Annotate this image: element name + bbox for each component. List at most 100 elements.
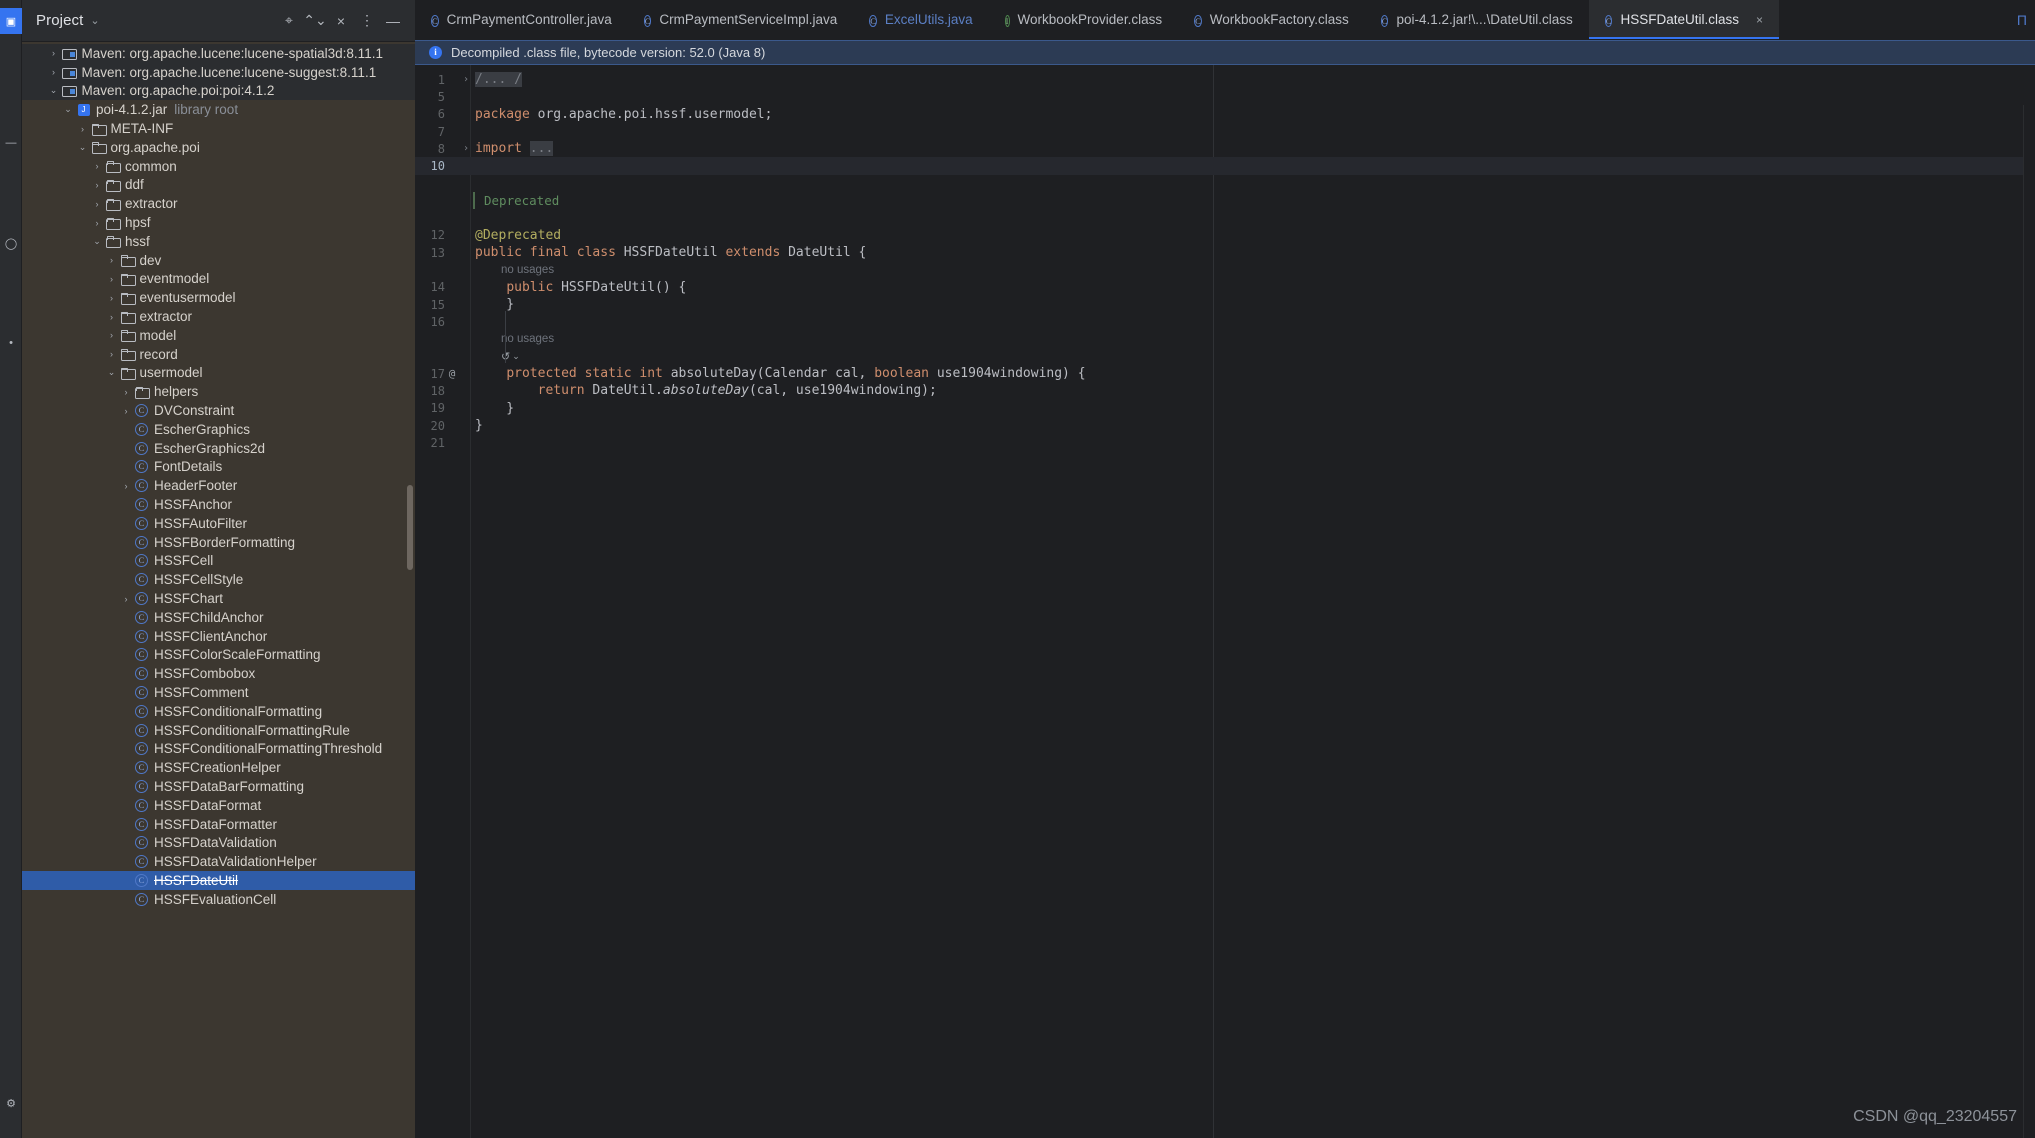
tree-item-poi-4-1-2-jar[interactable]: ⌄ Jpoi-4.1.2.jar library root [22, 100, 415, 119]
override-gutter-icon[interactable]: @ [445, 367, 459, 380]
bookmarks-tool-icon[interactable]: • [0, 330, 22, 356]
line-number: 14 [430, 280, 445, 295]
chevron-right-icon[interactable]: › [76, 124, 90, 134]
tree-item-eventusermodel[interactable]: › eventusermodel [22, 288, 415, 307]
chevron-right-icon[interactable]: › [90, 161, 104, 171]
code-editor[interactable]: 1 ›/... /5 6 package org.apache.poi.hssf.us… [415, 65, 2035, 1138]
editor-tab-crmpaymentserviceimpl-java[interactable]: C CrmPaymentServiceImpl.java [628, 0, 853, 39]
tree-item-hssfconditionalformattingthreshold[interactable]: C HSSFConditionalFormattingThreshold [22, 739, 415, 758]
tree-item-hssfconditionalformattingrule[interactable]: C HSSFConditionalFormattingRule [22, 721, 415, 740]
editor-tab-crmpaymentcontroller-java[interactable]: C CrmPaymentController.java [415, 0, 628, 39]
tree-item-org-apache-poi[interactable]: ⌄ org.apache.poi [22, 138, 415, 157]
tree-item-eschergraphics2d[interactable]: C EscherGraphics2d [22, 439, 415, 458]
tree-item-hssfconditionalformatting[interactable]: C HSSFConditionalFormatting [22, 702, 415, 721]
chevron-right-icon[interactable]: › [105, 312, 119, 322]
editor-tab-excelutils-java[interactable]: C ExcelUtils.java [853, 0, 988, 39]
tree-item-helpers[interactable]: › helpers [22, 382, 415, 401]
tree-item-hssfdataformat[interactable]: C HSSFDataFormat [22, 796, 415, 815]
tree-item-hssfanchor[interactable]: C HSSFAnchor [22, 495, 415, 514]
options-menu-icon[interactable]: ⋮ [355, 9, 379, 33]
project-scrollbar[interactable] [407, 485, 413, 570]
chevron-right-icon[interactable]: › [47, 48, 61, 58]
build-tool-icon[interactable]: ⚙ [0, 1090, 22, 1116]
fold-expand-icon[interactable]: › [459, 74, 473, 85]
hide-panel-icon[interactable]: — [381, 9, 405, 33]
tree-item-hssfdatabarformatting[interactable]: C HSSFDataBarFormatting [22, 777, 415, 796]
tree-item-maven-org-apache-lucene-lucene-spatial3d-8-11-1[interactable]: › Maven: org.apache.lucene:lucene-spatial… [22, 44, 415, 63]
tree-item-hssfdatavalidationhelper[interactable]: C HSSFDataValidationHelper [22, 852, 415, 871]
chevron-down-icon[interactable]: ⌄ [90, 14, 99, 27]
tree-item-ddf[interactable]: › ddf [22, 176, 415, 195]
tree-item-eventmodel[interactable]: › eventmodel [22, 270, 415, 289]
chevron-right-icon[interactable]: › [119, 594, 133, 604]
chevron-down-icon[interactable]: ⌄ [90, 236, 104, 247]
chevron-right-icon[interactable]: › [90, 180, 104, 190]
chevron-right-icon[interactable]: › [105, 255, 119, 265]
tree-item-hssfcombobox[interactable]: C HSSFCombobox [22, 664, 415, 683]
tree-item-hssfcellstyle[interactable]: C HSSFCellStyle [22, 570, 415, 589]
tree-item-dev[interactable]: › dev [22, 251, 415, 270]
tab-overflow-indicator[interactable]: Π [2017, 0, 2035, 39]
java-class-icon: C [133, 404, 150, 418]
editor-tab-poi-4-1-2-jar-dateutil-class[interactable]: Cpoi-4.1.2.jar!\...\DateUtil.class [1365, 0, 1589, 39]
chevron-right-icon[interactable]: › [119, 406, 133, 416]
tree-item-hssfchart[interactable]: › C HSSFChart [22, 589, 415, 608]
tree-item-maven-org-apache-lucene-lucene-suggest-8-11-1[interactable]: › Maven: org.apache.lucene:lucene-suggest… [22, 62, 415, 82]
commit-tool-icon[interactable]: ◯ [0, 230, 22, 256]
tree-item-hssfclientanchor[interactable]: C HSSFClientAnchor [22, 627, 415, 646]
collapse-all-icon[interactable]: × [329, 9, 353, 33]
tree-item-hssfautofilter[interactable]: C HSSFAutoFilter [22, 514, 415, 533]
tree-item-extractor[interactable]: › extractor [22, 194, 415, 213]
chevron-down-icon[interactable]: ⌄ [61, 104, 75, 115]
tree-item-extractor[interactable]: › extractor [22, 307, 415, 326]
editor-tab-hssfdateutil-class[interactable]: C HSSFDateUtil.class × [1588, 0, 1780, 39]
editor-tab-workbookprovider-class[interactable]: I WorkbookProvider.class [989, 0, 1178, 39]
tree-item-hssfcomment[interactable]: C HSSFComment [22, 683, 415, 702]
locate-file-icon[interactable]: ⌖ [277, 9, 301, 33]
tree-item-label: HeaderFooter [154, 478, 238, 494]
tree-item-hssfcell[interactable]: C HSSFCell [22, 552, 415, 571]
chevron-right-icon[interactable]: › [105, 293, 119, 303]
chevron-right-icon[interactable]: › [90, 199, 104, 209]
tree-item-common[interactable]: › common [22, 157, 415, 176]
tree-item-meta-inf[interactable]: › META-INF [22, 119, 415, 138]
chevron-down-icon[interactable]: ⌄ [105, 367, 119, 378]
tree-item-hssfcolorscaleformatting[interactable]: C HSSFColorScaleFormatting [22, 646, 415, 665]
project-tool-icon[interactable]: ▣ [0, 8, 22, 34]
tree-item-hssfevaluationcell[interactable]: C HSSFEvaluationCell [22, 890, 415, 909]
editor-tab-bar[interactable]: C CrmPaymentController.java C CrmPaymentSer… [415, 0, 2035, 40]
close-icon[interactable]: × [1756, 13, 1763, 27]
project-tree[interactable]: › Maven: org.apache.lucene:lucene-spatial… [22, 42, 415, 1138]
tree-item-usermodel[interactable]: ⌄ usermodel [22, 364, 415, 383]
tree-item-hssfdatavalidation[interactable]: C HSSFDataValidation [22, 833, 415, 852]
tree-item-maven-org-apache-poi-poi-4-1-2[interactable]: ⌄ Maven: org.apache.poi:poi:4.1.2 [22, 81, 415, 101]
chevron-right-icon[interactable]: › [105, 274, 119, 284]
tree-item-hssfchildanchor[interactable]: C HSSFChildAnchor [22, 608, 415, 627]
tree-item-record[interactable]: › record [22, 345, 415, 364]
tree-item-model[interactable]: › model [22, 326, 415, 345]
structure-tool-icon[interactable]: — [0, 130, 22, 156]
chevron-right-icon[interactable]: › [105, 330, 119, 340]
tree-item-hssfdateutil[interactable]: C HSSFDateUtil [22, 871, 415, 890]
tree-item-dvconstraint[interactable]: › C DVConstraint [22, 401, 415, 420]
tree-item-hssf[interactable]: ⌄ hssf [22, 232, 415, 251]
tree-item-eschergraphics[interactable]: C EscherGraphics [22, 420, 415, 439]
tree-item-hssfdataformatter[interactable]: C HSSFDataFormatter [22, 815, 415, 834]
chevron-right-icon[interactable]: › [90, 218, 104, 228]
chevron-down-icon[interactable]: ⌄ [76, 142, 90, 153]
tree-item-hssfcreationhelper[interactable]: C HSSFCreationHelper [22, 758, 415, 777]
chevron-right-icon[interactable]: › [47, 67, 61, 77]
fold-expand-icon[interactable]: › [459, 143, 473, 154]
tree-item-headerfooter[interactable]: › C HeaderFooter [22, 476, 415, 495]
override-marker-row[interactable]: ↺⌄ [415, 348, 2035, 365]
expand-collapse-icon[interactable]: ⌃⌄ [303, 9, 327, 33]
tree-item-hssfborderformatting[interactable]: C HSSFBorderFormatting [22, 533, 415, 552]
editor-tab-workbookfactory-class[interactable]: C WorkbookFactory.class [1178, 0, 1365, 39]
chevron-right-icon[interactable]: › [119, 481, 133, 491]
tree-item-hpsf[interactable]: › hpsf [22, 213, 415, 232]
chevron-right-icon[interactable]: › [119, 387, 133, 397]
chevron-right-icon[interactable]: › [105, 349, 119, 359]
chevron-down-icon[interactable]: ⌄ [47, 85, 61, 96]
editor-scrollbar-rail[interactable] [2023, 105, 2035, 1138]
tree-item-fontdetails[interactable]: C FontDetails [22, 458, 415, 477]
